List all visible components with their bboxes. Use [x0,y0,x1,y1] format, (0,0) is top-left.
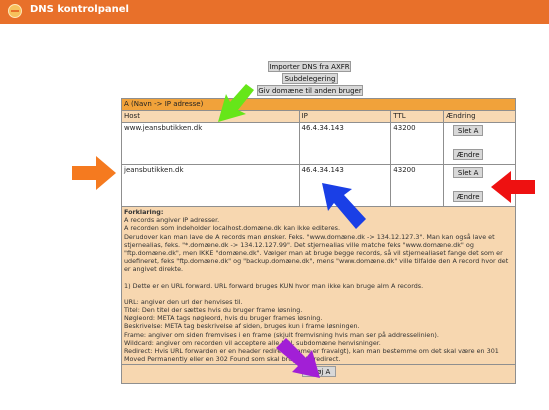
host-cell: www.jeansbutikken.dk [121,122,300,165]
ttl-cell: 43200 [390,164,445,207]
action-cell: Slet A Ændre [443,122,516,165]
give-domain-button[interactable]: Giv domæne til anden bruger [257,85,363,96]
table-row: www.jeansbutikken.dk 46.4.34.143 43200 S… [121,122,516,165]
explanation-line: A records angiver IP adresser. [124,216,220,225]
app-title: DNS kontrolpanel [30,4,129,15]
change-button[interactable]: Ændre [453,191,484,202]
explanation-line: Nøgleord: META tags nøgleord, hvis du br… [124,314,323,323]
explanation-line: URL: angiver den url der henvises til. [124,297,243,306]
section-title: A (Navn -> IP adresse) [121,98,516,111]
ttl-cell: 43200 [390,122,445,165]
top-bar: DNS kontrolpanel [0,0,549,24]
explanation-line: A recorden som indeholder localhost.domæ… [124,224,340,233]
delete-a-button[interactable]: Slet A [453,125,484,136]
red-arrow-icon [491,171,535,203]
subdelegation-button[interactable]: Subdelegering [282,73,338,84]
col-ip: IP [298,110,392,123]
delete-a-button[interactable]: Slet A [453,167,484,178]
explanation-line: Beskrivelse: META tag beskrivelse af sid… [124,322,360,331]
explanation-line: Titel: Den titel der sættes hvis du brug… [124,306,303,315]
section-header: A (Navn -> IP adresse) [121,98,516,111]
import-axfr-button[interactable]: Importer DNS fra AXFR [268,61,351,72]
col-host: Host [121,110,300,123]
green-arrow-icon [218,84,254,122]
host-cell: jeansbutikken.dk [121,164,300,207]
explanation-line: Derudover kan man lave de A records man … [124,232,509,274]
explanation-heading: Forklaring: [124,208,164,216]
purple-arrow-icon [276,338,320,378]
ip-cell: 46.4.34.143 [298,122,392,165]
orange-circle-logo-icon [8,4,22,18]
explanation-line: 1) Dette er en URL forward. URL forward … [124,281,424,290]
blue-arrow-icon [322,183,366,229]
col-change: Ændring [443,110,516,123]
col-ttl: TTL [390,110,445,123]
column-headers: Host IP TTL Ændring [121,110,516,123]
change-button[interactable]: Ændre [453,149,484,160]
table-row: jeansbutikken.dk 46.4.34.143 43200 Slet … [121,164,516,207]
orange-arrow-icon [72,156,116,190]
